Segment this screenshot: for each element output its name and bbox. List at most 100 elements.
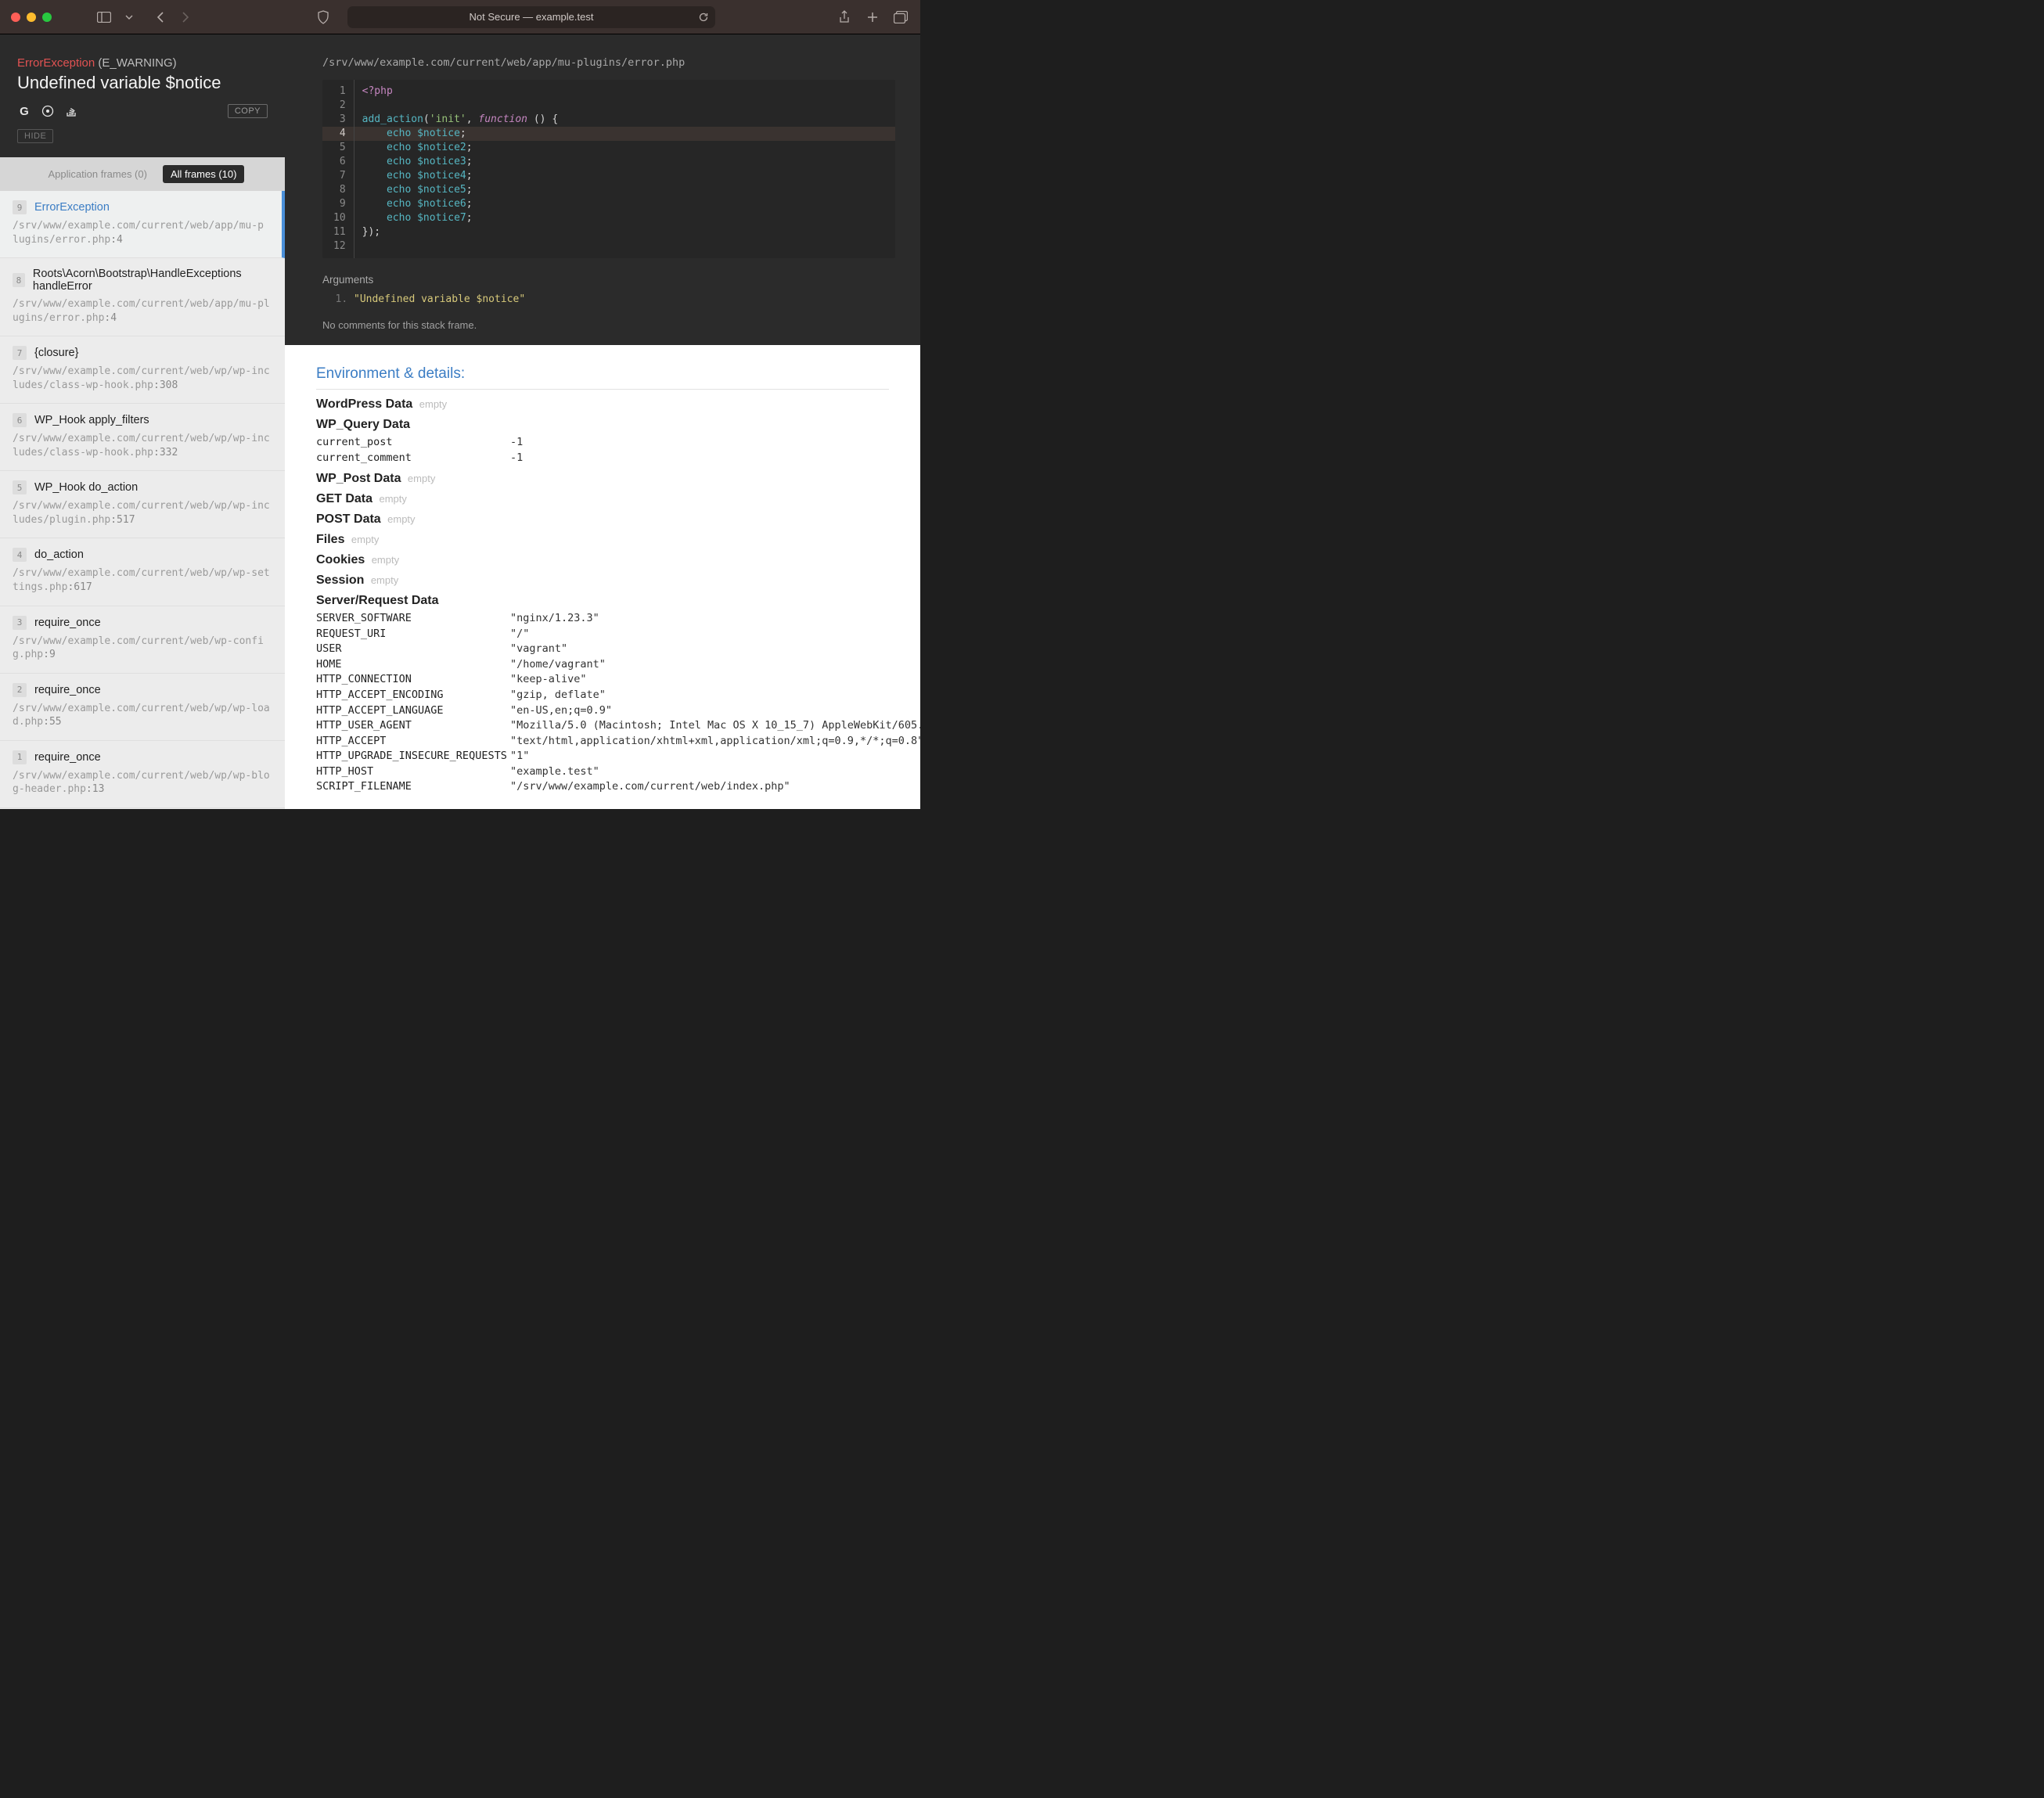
exception-message: Undefined variable $notice [17,73,268,93]
frame-number: 7 [13,346,27,360]
stack-frame[interactable]: 7 {closure} /srv/www/example.com/current… [0,336,285,404]
no-comments-text: No comments for this stack frame. [322,319,895,331]
frame-number: 6 [13,413,27,427]
env-value: "vagrant" [510,642,567,657]
chevron-down-icon[interactable] [121,9,138,26]
env-empty-label: empty [408,473,435,484]
env-value: "example.test" [510,764,599,780]
exception-level: (E_WARNING) [98,56,176,70]
code-block: 123456789101112 <?php add_action('init',… [322,80,895,258]
env-key: SCRIPT_FILENAME [316,779,510,795]
env-section-title: POST Data [316,512,381,526]
arguments-heading: Arguments [322,274,895,286]
hide-button[interactable]: HIDE [17,129,53,143]
env-value: "keep-alive" [510,672,587,688]
back-button[interactable] [152,9,169,26]
stack-frame[interactable]: 8 Roots\Acorn\Bootstrap\HandleExceptions… [0,258,285,336]
env-section: WP_Query Data current_post-1current_comme… [316,418,889,466]
shield-icon[interactable] [315,9,332,26]
maximize-window-button[interactable] [42,13,52,22]
code-panel: /srv/www/example.com/current/web/app/mu-… [285,34,920,345]
env-empty-label: empty [387,513,415,525]
frame-number: 5 [13,480,27,494]
env-key: current_post [316,435,510,451]
env-key: HOME [316,657,510,673]
stack-frame[interactable]: 5 WP_Hook do_action /srv/www/example.com… [0,471,285,538]
env-value: -1 [510,451,523,466]
env-value: "1" [510,749,529,764]
env-key: current_comment [316,451,510,466]
env-section: Files empty [316,533,889,547]
env-key: HTTP_ACCEPT [316,734,510,750]
close-window-button[interactable] [11,13,20,22]
stack-frame[interactable]: 3 require_once /srv/www/example.com/curr… [0,606,285,674]
argument-item: "Undefined variable $notice" [354,293,895,305]
google-search-icon[interactable]: G [17,104,31,118]
env-key: USER [316,642,510,657]
env-section-title: Server/Request Data [316,594,439,607]
stack-frame[interactable]: 4 do_action /srv/www/example.com/current… [0,538,285,606]
frames-list[interactable]: 9 ErrorException /srv/www/example.com/cu… [0,191,285,809]
env-section-title: WP_Post Data [316,472,401,485]
env-row: HOME"/home/vagrant" [316,657,889,673]
env-section-title: Session [316,574,364,587]
stack-frame[interactable]: 2 require_once /srv/www/example.com/curr… [0,674,285,741]
forward-button[interactable] [177,9,194,26]
env-key: HTTP_ACCEPT_ENCODING [316,688,510,703]
env-section-title: WP_Query Data [316,418,410,431]
env-row: HTTP_ACCEPT_ENCODING"gzip, deflate" [316,688,889,703]
stack-trace-panel: ErrorException (E_WARNING) Undefined var… [0,34,285,809]
env-section: Cookies empty [316,553,889,567]
frame-number: 3 [13,616,27,630]
browser-titlebar: Not Secure — example.test [0,0,920,34]
frame-path: /srv/www/example.com/current/web/wp/wp-l… [13,702,272,729]
env-heading: Environment & details: [316,365,889,390]
frame-path: /srv/www/example.com/current/web/wp/wp-s… [13,566,272,594]
reload-icon[interactable] [698,12,709,23]
frame-number: 4 [13,548,27,562]
env-value: "nginx/1.23.3" [510,611,599,627]
stack-frame[interactable]: 0 require /srv/www/example.com/current/w… [0,808,285,809]
window-controls [11,13,52,22]
new-tab-icon[interactable] [864,9,881,26]
share-icon[interactable] [836,9,853,26]
stack-frame[interactable]: 1 require_once /srv/www/example.com/curr… [0,741,285,808]
minimize-window-button[interactable] [27,13,36,22]
tab-application-frames[interactable]: Application frames (0) [41,165,155,183]
env-value: "/srv/www/example.com/current/web/index.… [510,779,790,795]
env-section: WordPress Data empty [316,397,889,412]
stackoverflow-search-icon[interactable] [64,104,78,118]
tab-all-frames[interactable]: All frames (10) [163,165,245,183]
stack-frame[interactable]: 9 ErrorException /srv/www/example.com/cu… [0,191,285,258]
address-bar[interactable]: Not Secure — example.test [347,6,715,28]
environment-details[interactable]: Environment & details: WordPress Data em… [285,345,920,809]
frame-title: require_once [34,617,101,629]
tab-overview-icon[interactable] [892,9,909,26]
env-value: "/" [510,627,529,642]
frame-title: WP_Hook apply_filters [34,414,149,426]
env-key: REQUEST_URI [316,627,510,642]
env-row: HTTP_ACCEPT_LANGUAGE"en-US,en;q=0.9" [316,703,889,719]
details-panel: /srv/www/example.com/current/web/app/mu-… [285,34,920,809]
env-section-title: GET Data [316,492,372,505]
stack-frame[interactable]: 6 WP_Hook apply_filters /srv/www/example… [0,404,285,471]
env-key: SERVER_SOFTWARE [316,611,510,627]
env-row: USER"vagrant" [316,642,889,657]
frame-title: do_action [34,548,84,561]
frame-title: Roots\Acorn\Bootstrap\HandleExceptions h… [33,268,272,293]
copy-button[interactable]: COPY [228,104,268,118]
env-row: HTTP_HOST"example.test" [316,764,889,780]
frame-number: 9 [13,200,27,214]
duckduckgo-search-icon[interactable] [41,104,55,118]
frame-path: /srv/www/example.com/current/web/wp/wp-i… [13,499,272,527]
env-section: GET Data empty [316,492,889,506]
env-row: REQUEST_URI"/" [316,627,889,642]
env-section: Server/Request Data SERVER_SOFTWARE"nginx… [316,594,889,795]
frame-title: require_once [34,684,101,696]
sidebar-toggle-icon[interactable] [95,9,113,26]
frame-title: {closure} [34,347,78,359]
env-row: HTTP_CONNECTION"keep-alive" [316,672,889,688]
frame-title: ErrorException [34,201,110,214]
env-empty-label: empty [351,534,379,545]
env-section: Session empty [316,574,889,588]
